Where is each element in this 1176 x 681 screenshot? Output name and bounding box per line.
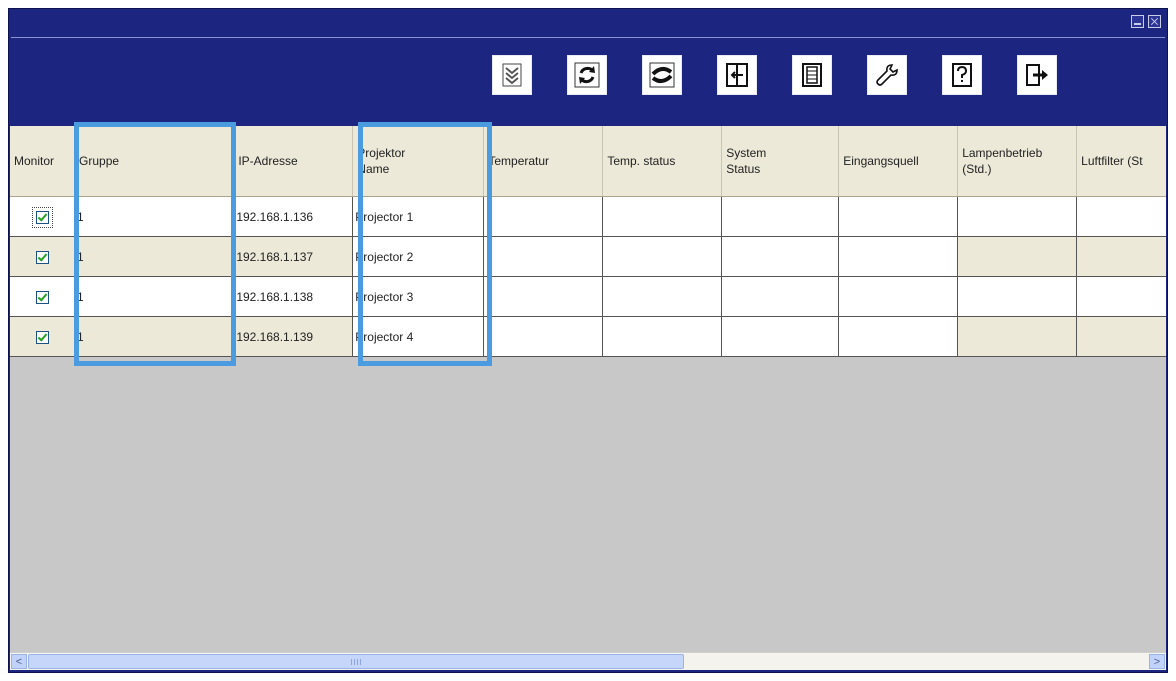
table-row[interactable]: 1 192.168.1.137 Projector 2 [10,236,1166,277]
column-header-projector-name[interactable]: Projektor Name [352,126,485,197]
column-header-temp-status[interactable]: Temp. status [602,126,723,197]
monitor-checkbox[interactable] [35,250,49,264]
projector-name-cell[interactable]: Projector 3 [352,276,485,317]
input-source-cell[interactable] [838,236,959,277]
projector-name-cell[interactable]: Projector 4 [352,316,485,357]
import-button[interactable] [717,55,757,95]
table-row[interactable]: 1 192.168.1.136 Projector 1 [10,196,1166,237]
wrench-icon [876,64,898,86]
system-status-cell[interactable] [721,196,840,237]
import-icon [726,63,748,87]
table-header: Monitor Gruppe IP-Adresse Projektor Name… [10,126,1166,197]
ip-cell[interactable]: 192.168.1.136 [233,196,354,237]
temp-status-cell[interactable] [602,196,723,237]
reconnect-button[interactable] [642,55,682,95]
group-cell[interactable]: 1 [74,276,235,317]
temp-status-cell[interactable] [602,316,723,357]
column-header-air-filter[interactable]: Luftfilter (St [1076,126,1166,197]
input-source-cell[interactable] [838,196,959,237]
window-controls [1131,15,1161,28]
temp-status-cell[interactable] [602,236,723,277]
group-cell[interactable]: 1 [74,196,235,237]
save-button[interactable] [792,55,832,95]
temperature-cell[interactable] [483,236,604,277]
projector-name-cell[interactable]: Projector 1 [352,196,485,237]
system-status-cell[interactable] [721,236,840,277]
column-header-input-source[interactable]: Eingangsquell [838,126,959,197]
reconnect-arrows-icon [649,62,675,88]
temperature-cell[interactable] [483,276,604,317]
projector-table: Monitor Gruppe IP-Adresse Projektor Name… [10,126,1166,357]
lamp-hours-cell[interactable] [957,276,1078,317]
lamp-hours-cell[interactable] [957,196,1078,237]
table-row[interactable]: 1 192.168.1.138 Projector 3 [10,276,1166,317]
group-cell[interactable]: 1 [74,236,235,277]
ip-cell[interactable]: 192.168.1.137 [233,236,354,277]
exit-button[interactable] [1017,55,1057,95]
monitor-checkbox[interactable] [35,330,49,344]
expand-button[interactable] [492,55,532,95]
scroll-left-icon[interactable]: < [11,654,27,669]
monitor-checkbox[interactable] [31,206,53,228]
column-header-ip[interactable]: IP-Adresse [233,126,354,197]
air-filter-cell[interactable] [1076,196,1166,237]
toolbar [492,55,1057,95]
system-status-cell[interactable] [721,316,840,357]
projector-grid: Monitor Gruppe IP-Adresse Projektor Name… [10,126,1166,652]
monitor-checkbox[interactable] [35,290,49,304]
column-header-group[interactable]: Gruppe [74,126,235,197]
refresh-icon [574,62,600,88]
scroll-thumb[interactable] [28,654,684,669]
input-source-cell[interactable] [838,276,959,317]
column-header-system-status[interactable]: System Status [721,126,840,197]
monitor-cell[interactable] [10,276,76,317]
group-cell[interactable]: 1 [74,316,235,357]
scroll-grip [351,659,361,665]
minimize-icon[interactable] [1131,15,1144,28]
double-chevron-down-icon [502,63,522,87]
help-icon [952,63,972,87]
lamp-hours-cell[interactable] [957,316,1078,357]
temp-status-cell[interactable] [602,276,723,317]
close-icon[interactable] [1148,15,1161,28]
column-header-lamp-hours[interactable]: Lampenbetrieb (Std.) [957,126,1078,197]
air-filter-cell[interactable] [1076,316,1166,357]
projector-name-cell[interactable]: Projector 2 [352,236,485,277]
air-filter-cell[interactable] [1076,236,1166,277]
column-header-temperature[interactable]: Temperatur [483,126,604,197]
lamp-hours-cell[interactable] [957,236,1078,277]
monitor-cell[interactable] [10,196,76,237]
title-bar [11,11,1165,38]
scroll-right-icon[interactable]: > [1149,654,1165,669]
column-header-monitor[interactable]: Monitor [10,126,76,197]
input-source-cell[interactable] [838,316,959,357]
horizontal-scrollbar[interactable]: < > [10,652,1166,670]
ip-cell[interactable]: 192.168.1.139 [233,316,354,357]
help-button[interactable] [942,55,982,95]
temperature-cell[interactable] [483,316,604,357]
ip-cell[interactable]: 192.168.1.138 [233,276,354,317]
temperature-cell[interactable] [483,196,604,237]
settings-button[interactable] [867,55,907,95]
system-status-cell[interactable] [721,276,840,317]
refresh-button[interactable] [567,55,607,95]
save-icon [802,63,822,87]
exit-icon [1026,64,1048,86]
air-filter-cell[interactable] [1076,276,1166,317]
monitor-cell[interactable] [10,316,76,357]
monitor-cell[interactable] [10,236,76,277]
table-row[interactable]: 1 192.168.1.139 Projector 4 [10,316,1166,357]
